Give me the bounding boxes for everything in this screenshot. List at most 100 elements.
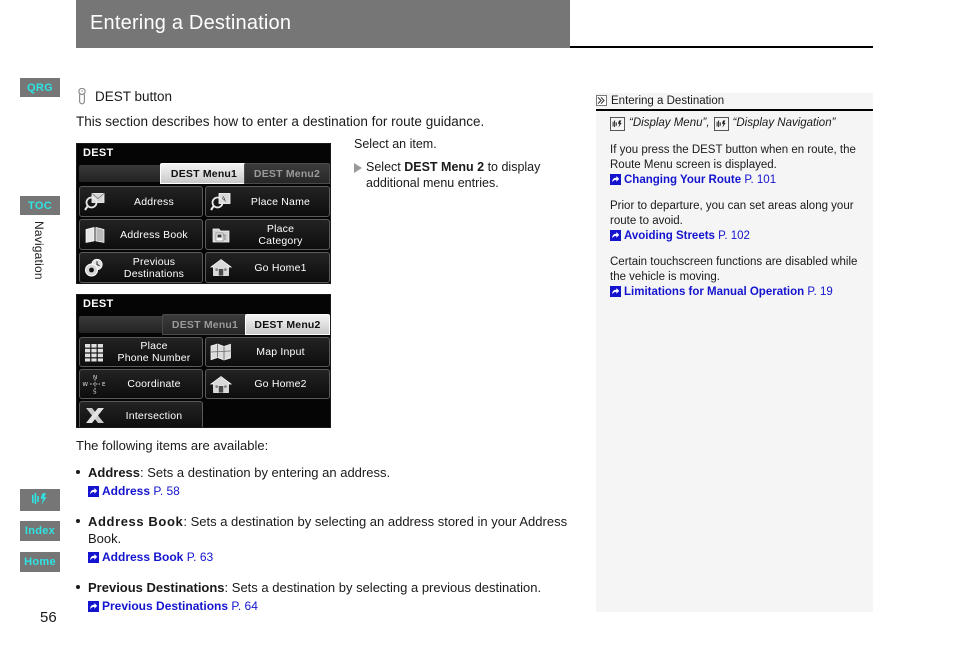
navshot1-button-grid: Address A Place Name Address Book Place … (79, 186, 330, 283)
navshot2-button-place-phone-number-label: Place Phone Number (117, 340, 191, 364)
jump-arrow-icon (88, 485, 99, 497)
sidebar-tab-toc-label: TOC (28, 199, 52, 212)
cross-reference-page: P. 101 (744, 174, 777, 186)
svg-text:E: E (102, 382, 106, 388)
navshot2-tabrow: DEST Menu1 DEST Menu2 (77, 314, 330, 335)
navshot2-tab1-label: DEST Menu1 (171, 318, 239, 331)
voice-icon (31, 492, 49, 509)
magnifier-letter-icon: A (206, 192, 236, 212)
sidebar-section-label: Navigation (32, 221, 46, 280)
navshot1-button-place-name-label: Place Name (250, 195, 311, 208)
callout-sub-prefix: Select (366, 160, 405, 174)
navshot1-button-previous-destinations[interactable]: Previous Destinations (79, 252, 203, 283)
dest-button-label: DEST button (95, 89, 173, 104)
navshot2-button-map-input[interactable]: Map Input (205, 337, 330, 367)
cross-reference-name: Changing Your Route (624, 174, 742, 186)
navshot1-button-address[interactable]: Address (79, 186, 203, 217)
callout-sub-text: Select DEST Menu 2 to display additional… (366, 159, 569, 191)
navshot2-button-place-phone-number[interactable]: Place Phone Number (79, 337, 203, 367)
crossroads-icon (80, 406, 110, 426)
items-lead: The following items are available: (76, 438, 269, 453)
nav-screenshot-dest-menu1: DEST DEST Menu1 DEST Menu2 Address A Pla… (76, 143, 331, 284)
cross-reference-name: Address (102, 484, 151, 498)
cross-reference-page: P. 64 (231, 599, 258, 613)
page-header-bar: Entering a Destination (76, 0, 570, 48)
navshot1-button-address-book[interactable]: Address Book (79, 219, 203, 250)
navshot2-button-intersection[interactable]: Intersection (79, 401, 203, 427)
navshot2-button-coordinate[interactable]: N W E S Coordinate (79, 369, 203, 399)
navshot2-button-map-input-label: Map Input (256, 346, 305, 358)
cross-reference-link[interactable]: Limitations for Manual Operation P. 19 (610, 286, 833, 298)
compass-icon: N W E S (80, 374, 110, 394)
navshot1-button-place-category-label: Place Category (258, 222, 303, 247)
list-item-body: Address Book: Sets a destination by sele… (88, 513, 576, 566)
side-panel-paragraph: Prior to departure, you can set areas al… (610, 199, 862, 244)
body-intro-block: DEST button This section describes how t… (76, 87, 576, 129)
double-chevron-icon (596, 95, 607, 106)
navshot2-button-go-home2[interactable]: Go Home2 (205, 369, 330, 399)
cross-reference-link[interactable]: Avoiding Streets P. 102 (610, 230, 750, 242)
cross-reference-page: P. 102 (718, 230, 750, 242)
bullet-icon (76, 470, 80, 474)
navshot1-button-place-name[interactable]: A Place Name (205, 186, 330, 217)
sidebar-tab-home[interactable]: Home (20, 552, 60, 572)
cross-reference-name: Limitations for Manual Operation (624, 286, 805, 298)
side-info-panel: Entering a Destination “Display Menu”, “… (596, 93, 873, 612)
svg-text:S: S (93, 390, 97, 395)
sidebar-tab-index[interactable]: Index (20, 521, 60, 541)
side-panel-paragraph: Certain touchscreen functions are disabl… (610, 255, 862, 300)
voice-command-2: “Display Navigation” (732, 117, 836, 129)
bullet-icon (76, 585, 80, 589)
voice-command-1: “Display Menu”, (629, 117, 710, 129)
cross-reference-page: P. 19 (807, 286, 833, 298)
side-panel-body: “Display Menu”, “Display Navigation” If … (610, 116, 862, 311)
list-item-body: Previous Destinations: Sets a destinatio… (88, 579, 576, 615)
side-panel-heading-label: Entering a Destination (611, 94, 725, 107)
navshot1-tabrow: DEST Menu1 DEST Menu2 (77, 163, 330, 184)
items-list-block: The following items are available: Addre… (76, 438, 576, 628)
jump-arrow-icon (610, 174, 621, 185)
sidebar-tab-index-label: Index (24, 525, 56, 537)
jump-arrow-icon (610, 286, 621, 297)
voice-icon (610, 116, 625, 131)
navshot1-tab-dest-menu2[interactable]: DEST Menu2 (244, 163, 330, 184)
clock-disc-icon (80, 258, 110, 278)
intro-paragraph: This section describes how to enter a de… (76, 114, 485, 129)
dest-button-heading: DEST button (76, 87, 576, 105)
jump-arrow-icon (88, 600, 99, 612)
magnifier-envelope-icon (80, 192, 110, 212)
jump-arrow-icon (610, 230, 621, 241)
sidebar-tab-qrg-label: QRG (27, 81, 53, 94)
sidebar-tab-qrg[interactable]: QRG (20, 78, 60, 97)
navshot1-tab-dest-menu1[interactable]: DEST Menu1 (160, 163, 248, 184)
nav-screenshot-dest-menu2: DEST DEST Menu1 DEST Menu2 Place Phone N… (76, 294, 331, 428)
navshot1-tab2-label: DEST Menu2 (253, 167, 321, 180)
sidebar-tab-voice-command[interactable] (20, 489, 60, 511)
callout-line-1: Select an item. (354, 137, 437, 151)
navshot1-button-go-home1[interactable]: Go Home1 (205, 252, 330, 283)
navshot2-button-go-home2-label: Go Home2 (254, 378, 307, 390)
navshot2-button-intersection-label: Intersection (125, 410, 183, 422)
cross-reference-link[interactable]: Previous Destinations P. 64 (88, 598, 576, 615)
navshot2-button-grid: Place Phone Number Map Input N W E S Coo… (79, 337, 330, 427)
navshot1-button-address-book-label: Address Book (120, 228, 188, 241)
side-panel-paragraph-text: Certain touchscreen functions are disabl… (610, 256, 858, 283)
callout-sub-bold: DEST Menu 2 (404, 160, 485, 174)
list-item-desc: : Sets a destination by selecting a prev… (224, 580, 542, 595)
navshot2-tab-dest-menu2[interactable]: DEST Menu2 (245, 314, 330, 335)
folded-map-icon (206, 343, 236, 361)
page-title: Entering a Destination (90, 12, 292, 34)
navshot1-tab1-label: DEST Menu1 (170, 167, 238, 180)
sidebar-tab-toc[interactable]: TOC (20, 196, 60, 215)
voice-command-line: “Display Menu”, “Display Navigation” (610, 116, 862, 131)
navshot2-tab-dest-menu1[interactable]: DEST Menu1 (162, 314, 248, 335)
callout-block: Select an item. Select DEST Menu 2 to di… (354, 136, 569, 191)
keypad-icon (80, 342, 110, 362)
cross-reference-link[interactable]: Changing Your Route P. 101 (610, 174, 776, 186)
cross-reference-link[interactable]: Address Book P. 63 (88, 549, 576, 566)
navshot1-button-place-category[interactable]: Place Category (205, 219, 330, 250)
page-number: 56 (40, 609, 57, 626)
list-item-term: Address Book (88, 514, 184, 529)
side-panel-paragraph-text: If you press the DEST button when en rou… (610, 144, 856, 171)
cross-reference-link[interactable]: Address P. 58 (88, 483, 576, 500)
